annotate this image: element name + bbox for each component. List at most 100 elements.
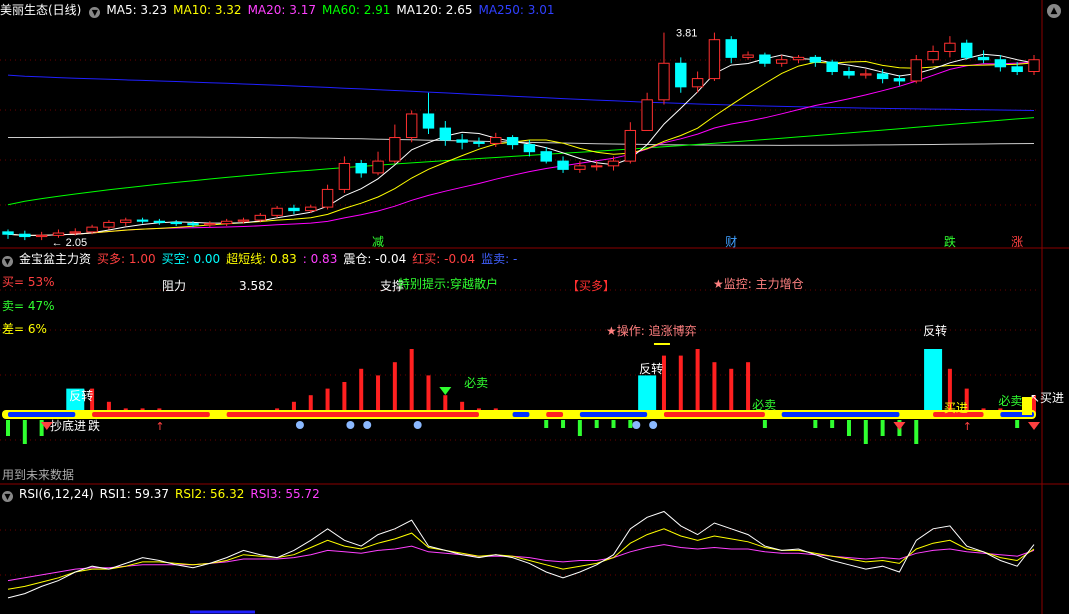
candle-body	[120, 219, 132, 223]
candle-body	[103, 221, 115, 228]
band-blue	[781, 412, 900, 417]
buy-percent: 买= 53%	[2, 275, 55, 289]
candle-body	[759, 54, 771, 64]
candle-body	[574, 165, 586, 170]
candle-body	[473, 141, 485, 144]
stock-title: 美丽生态(日线)	[0, 3, 82, 17]
candle-body	[792, 56, 805, 61]
rsi2-line	[7, 528, 1035, 590]
sell-label-1: 必卖	[464, 376, 488, 390]
ma-legend-item-0: MA5: 3.23	[106, 3, 168, 17]
candle-body	[910, 59, 922, 82]
indicator-bar	[376, 375, 381, 415]
sell-label-3: 必卖	[998, 394, 1022, 408]
band-red	[546, 412, 564, 417]
candle-body	[204, 223, 216, 226]
reverse-label-3: 反转	[923, 323, 947, 338]
candle-body	[170, 221, 182, 225]
candle-body	[237, 219, 250, 222]
diff-percent: 差= 6%	[2, 322, 47, 336]
indicator-bar	[863, 420, 868, 444]
event-marker-2: 跌	[944, 234, 956, 249]
candle-body	[658, 62, 670, 101]
yellow-signal-block	[1022, 397, 1032, 415]
candle-body	[860, 73, 872, 76]
candle-body	[187, 223, 199, 226]
candle-body	[557, 160, 569, 170]
rsi1-line	[7, 510, 1035, 599]
operate-note: ★操作: 追涨博弈	[606, 324, 697, 338]
candle-body	[675, 62, 687, 88]
band-blue	[8, 412, 76, 417]
indicator-values: 买多: 1.00 买空: 0.00 超短线: 0.83: 0.83 震仓: -0.04…	[97, 252, 523, 266]
special-tip: 特别提示:穿越散户	[398, 277, 499, 291]
indicator-bar	[880, 420, 885, 436]
ma-legend-item-4: MA120: 2.65	[396, 3, 473, 17]
chevron-down-icon[interactable]: ▼	[2, 491, 13, 502]
diamond-icon	[439, 387, 452, 395]
chevron-down-icon[interactable]: ▼	[2, 256, 13, 267]
event-marker-1: 财	[725, 235, 737, 249]
indicator-bar	[359, 368, 364, 415]
ma-legend-item-2: MA20: 3.17	[247, 3, 316, 17]
candle-body	[1028, 59, 1040, 73]
indicator-bar	[409, 349, 414, 415]
candle-body	[389, 137, 401, 162]
ma250-line	[7, 74, 1035, 111]
candle-body	[977, 56, 990, 61]
candle-body	[372, 160, 384, 174]
monitor-note: ★监控: 主力增仓	[713, 277, 804, 291]
candle-body	[86, 226, 98, 233]
candle-body	[927, 50, 939, 61]
buy-signal: 【买多】	[567, 279, 616, 293]
chevron-down-icon[interactable]: ▼	[89, 7, 101, 18]
candle-body	[19, 233, 31, 238]
resistance-label: 阻力	[162, 279, 187, 293]
resistance-value: 3.582	[239, 279, 274, 293]
candle-body	[775, 59, 788, 64]
indicator-bar	[914, 420, 919, 444]
candle-body	[944, 42, 956, 52]
indicator-legend: ▼ 金宝盆主力资 买多: 1.00 买空: 0.00 超短线: 0.83: 0.83 震仓…	[0, 251, 529, 267]
candle-body	[69, 231, 81, 234]
indicator-bar	[729, 368, 734, 415]
candle-body	[843, 71, 855, 76]
candle-body	[305, 206, 317, 212]
candle-body	[271, 207, 283, 216]
band-blue	[512, 412, 530, 417]
ma-legend-item-3: MA60: 2.91	[322, 3, 391, 17]
ma-legend: MA5: 3.23 MA10: 3.32 MA20: 3.17 MA60: 2.91 M…	[106, 3, 560, 17]
candle-body	[456, 139, 468, 143]
arrow-up-icon: ↑	[155, 420, 164, 433]
rsi2-value: RSI2: 56.32	[175, 487, 245, 501]
indicator-legend-item-5: 红买: -0.04	[412, 252, 476, 266]
face-icon	[363, 421, 372, 429]
event-marker-3: 涨	[1011, 234, 1023, 249]
candle-body	[506, 137, 519, 146]
face-icon	[295, 421, 304, 429]
chevron-up-icon[interactable]: ▲	[1047, 4, 1061, 18]
candle-body	[52, 232, 65, 236]
candle-body	[624, 129, 637, 162]
indicator-bar	[1015, 420, 1020, 428]
candle-body	[153, 220, 166, 223]
indicator-legend-item-1: 买空: 0.00	[161, 252, 221, 266]
indicator-bar	[638, 375, 657, 415]
candle-body	[590, 165, 603, 168]
candle-body	[2, 231, 14, 235]
indicator-legend-item-4: 震仓: -0.04	[343, 252, 407, 266]
diamond-icon	[893, 422, 906, 430]
price-high-label: 3.81	[676, 28, 697, 40]
indicator-legend-item-0: 买多: 1.00	[97, 252, 156, 266]
rsi3-value: RSI3: 55.72	[250, 487, 320, 501]
indicator-bar	[712, 362, 717, 415]
candle-body	[288, 207, 300, 212]
indicator-bar	[813, 420, 818, 428]
face-icon	[649, 421, 658, 429]
candle-body	[1011, 66, 1023, 73]
candle-body	[809, 56, 822, 63]
future-data-note: 用到未来数据	[2, 468, 75, 482]
candle-body	[439, 127, 452, 141]
indicator-bar	[678, 355, 683, 415]
sell-label-2: 必卖	[752, 398, 776, 412]
